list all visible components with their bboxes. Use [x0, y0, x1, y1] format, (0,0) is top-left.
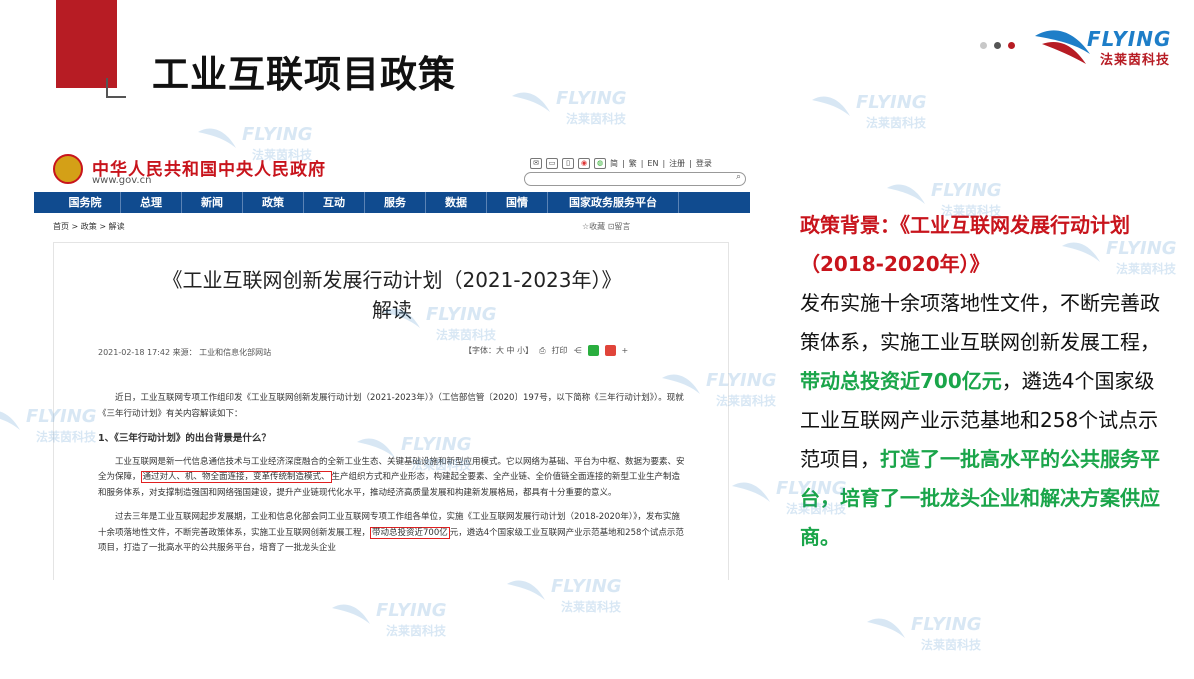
nav-item-state-council[interactable]: 国务院: [50, 192, 121, 213]
watermark: FLYING法莱茵科技: [505, 574, 635, 624]
gov-url: www.gov.cn: [92, 175, 152, 186]
watermark: FLYING 法莱茵科技: [330, 598, 460, 648]
mobile-icon[interactable]: ▯: [562, 158, 574, 169]
article-box: 《工业互联网创新发展行动计划（2021-2023年）》 解读 2021-02-1…: [53, 242, 729, 580]
watermark: FLYING 法莱茵科技: [810, 90, 940, 140]
nav-item-news[interactable]: 新闻: [182, 192, 243, 213]
article-paragraph-2: 工业互联网是新一代信息通信技术与工业经济深度融合的全新工业生态、关键基础设施和新…: [98, 455, 686, 502]
article-title-line1: 《工业互联网创新发展行动计划（2021-2023年）》: [162, 268, 622, 292]
nav-item-premier[interactable]: 总理: [121, 192, 182, 213]
tool-traditional[interactable]: 繁: [629, 158, 637, 169]
print-icon[interactable]: ⎙: [539, 346, 545, 356]
logo-text-en: FLYING: [1087, 27, 1172, 51]
article-body: 近日，工业互联网专项工作组印发《工业互联网创新发展行动计划（2021-2023年…: [98, 391, 686, 566]
watermark-logo-icon: [512, 92, 550, 112]
breadcrumb[interactable]: 首页 > 政策 > 解读: [53, 221, 125, 232]
weibo-share-icon[interactable]: [604, 345, 616, 356]
mail-icon[interactable]: ✉: [530, 158, 542, 169]
watermark-cn: 法莱茵科技: [921, 638, 982, 652]
gov-search-input[interactable]: ⌕: [524, 172, 746, 186]
watermark-en: FLYING: [911, 614, 982, 635]
tool-login[interactable]: 登录: [696, 158, 712, 169]
nav-item-service[interactable]: 服务: [365, 192, 426, 213]
policy-summary: 政策背景：《工业互联网发展行动计划（2018-2020年）》 发布实施十余项落地…: [800, 206, 1170, 557]
article-paragraph-3: 过去三年是工业互联网起步发展期，工业和信息化部会同工业互联网专项工作组各单位，实…: [98, 510, 686, 557]
watermark-logo-icon: [332, 604, 370, 624]
gov-nav-bar: 国务院 总理 新闻 政策 互动 服务 数据 国情 国家政务服务平台: [34, 192, 750, 213]
page-title: 工业互联项目政策: [152, 53, 456, 96]
article-heading-1: 1、《三年行动计划》的出台背景是什么？: [98, 433, 271, 444]
logo-text-cn: 法莱茵科技: [1100, 53, 1171, 68]
font-size-switch[interactable]: 【字体：大 中 小】: [464, 345, 533, 356]
watermark-cn: 法莱茵科技: [386, 624, 447, 638]
dot-1: [980, 42, 987, 49]
dot-2: [994, 42, 1001, 49]
article-actions[interactable]: ☆收藏 ⊡留言: [582, 221, 630, 232]
dot-3: [1008, 42, 1015, 49]
tool-register[interactable]: 注册: [669, 158, 685, 169]
nav-item-interaction[interactable]: 互动: [304, 192, 365, 213]
watermark-cn: 法莱茵科技: [561, 600, 622, 614]
nav-item-data[interactable]: 数据: [426, 192, 487, 213]
article-title: 《工业互联网创新发展行动计划（2021-2023年）》 解读: [54, 265, 730, 325]
watermark-en: FLYING: [242, 124, 313, 145]
more-share-icon[interactable]: +: [622, 346, 629, 355]
nav-item-national-info[interactable]: 国情: [487, 192, 548, 213]
nav-item-service-platform[interactable]: 国家政务服务平台: [548, 192, 679, 213]
watermark-en: FLYING: [856, 92, 927, 113]
article-screenshot: 中华人民共和国中央人民政府 www.gov.cn ✉ ▭ ▯ ◉ ◍ 简 | 繁 |…: [34, 150, 750, 580]
watermark-logo-icon: [507, 580, 545, 600]
summary-text-1: 发布实施十余项落地性文件，不断完善政策体系，实施工业互联网创新发展工程，: [800, 291, 1160, 354]
article-meta: 2021-02-18 17:42 来源： 工业和信息化部网站: [98, 348, 272, 357]
watermark-en: FLYING: [376, 600, 447, 621]
pc-icon[interactable]: ▭: [546, 158, 558, 169]
tool-simplified[interactable]: 简: [610, 158, 618, 169]
watermark-cn: 法莱茵科技: [566, 112, 627, 126]
title-accent-block: [56, 0, 117, 88]
search-icon[interactable]: ⌕: [736, 172, 741, 182]
watermark: FLYING 法莱茵科技: [510, 86, 640, 136]
weibo-icon[interactable]: ◉: [578, 158, 590, 169]
nav-item-policy[interactable]: 政策: [243, 192, 304, 213]
watermark-logo-icon: [0, 411, 20, 430]
title-corner-mark: [106, 78, 126, 98]
tool-english[interactable]: EN: [647, 159, 658, 168]
share-icon[interactable]: ⋲: [574, 346, 582, 355]
watermark-cn: 法莱茵科技: [866, 116, 927, 130]
wechat-share-icon[interactable]: [587, 345, 599, 356]
watermark-logo-icon: [867, 618, 905, 638]
print-link[interactable]: 打印: [552, 345, 568, 356]
watermark-en: FLYING: [556, 88, 627, 109]
policy-heading: 政策背景：《工业互联网发展行动计划（2018-2020年）》: [800, 213, 1130, 276]
wechat-icon[interactable]: ◍: [594, 158, 606, 169]
article-paragraph-1: 近日，工业互联网专项工作组印发《工业互联网创新发展行动计划（2021-2023年…: [98, 393, 684, 419]
article-title-line2: 解读: [372, 298, 412, 322]
national-emblem-icon: [53, 154, 83, 184]
p2-highlight: 通过对人、机、物全面连接，变革传统制造模式、: [140, 471, 332, 483]
progress-dots: [980, 42, 1015, 49]
article-tools: 【字体：大 中 小】 ⎙ 打印 ⋲ +: [464, 345, 628, 356]
summary-highlight-1: 带动总投资近700亿元: [800, 369, 1002, 393]
p3-highlight: 带动总投资近700亿: [370, 526, 450, 539]
watermark-logo-icon: [812, 96, 850, 116]
gov-toolbar: ✉ ▭ ▯ ◉ ◍ 简 | 繁 | EN | 注册 | 登录: [530, 158, 712, 169]
watermark: FLYING 法莱茵科技: [865, 612, 995, 662]
watermark-en: FLYING: [931, 180, 1002, 201]
